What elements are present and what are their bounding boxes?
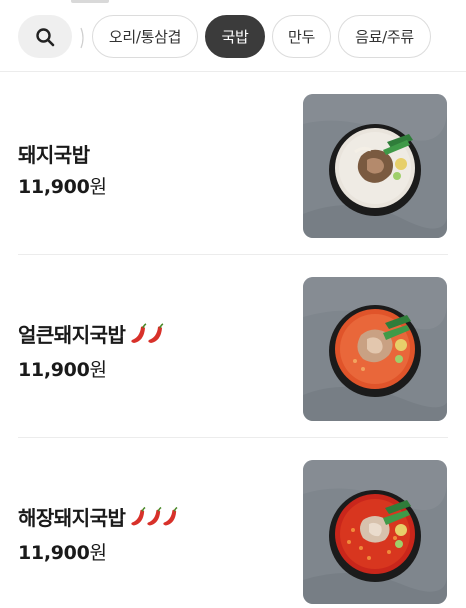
chili-pepper-icon: [131, 322, 147, 343]
tab-gukbap[interactable]: 국밥: [205, 15, 265, 58]
tab-drinks[interactable]: 음료/주류: [338, 15, 431, 58]
menu-item-price: 11,900원: [18, 542, 107, 564]
menu-item-price: 11,900원: [18, 176, 107, 198]
spicy-pepper-icons: [131, 506, 179, 528]
menu-item-name: 얼큰돼지국밥: [18, 319, 165, 348]
menu-item-haejang-dwaeji-gukbap[interactable]: 해장돼지국밥 11,900원: [0, 438, 466, 608]
menu-item-name: 돼지국밥: [18, 143, 90, 167]
menu-item-price: 11,900원: [18, 359, 107, 381]
spicy-pepper-icons: [131, 322, 165, 345]
menu-item-name: 해장돼지국밥: [18, 502, 179, 531]
tab-dumpling[interactable]: 만두: [272, 15, 331, 58]
menu-item-photo: [303, 94, 447, 238]
chili-pepper-icon: [131, 506, 146, 525]
scroll-divider: [80, 27, 84, 49]
chili-pepper-icon: [147, 506, 162, 525]
scroll-notch: [71, 0, 109, 3]
menu-item-photo: [303, 277, 447, 421]
chili-pepper-icon: [148, 322, 164, 343]
search-icon: [36, 27, 55, 46]
chili-pepper-icon: [163, 506, 178, 525]
menu-item-photo: [303, 460, 447, 604]
category-bar: 오리/통삼겹 국밥 만두 음료/주류: [0, 0, 466, 72]
menu-item-dwaeji-gukbap[interactable]: 돼지국밥 11,900원: [0, 72, 466, 255]
search-button[interactable]: [18, 15, 72, 58]
tab-duck-pork[interactable]: 오리/통삼겹: [92, 15, 198, 58]
menu-item-eolkeun-dwaeji-gukbap[interactable]: 얼큰돼지국밥 11,900원: [0, 255, 466, 438]
